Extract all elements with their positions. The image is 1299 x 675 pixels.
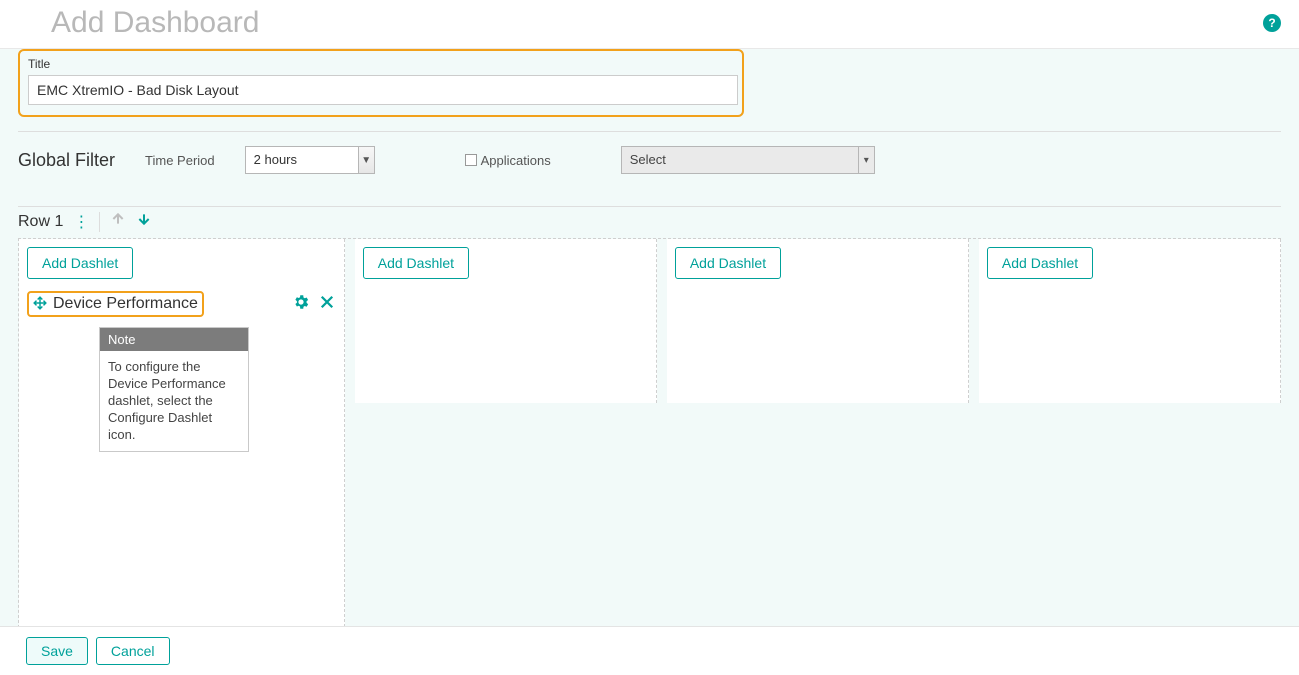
dashlet-title-box[interactable]: Device Performance	[27, 291, 204, 317]
dashlet-column: Add Dashlet	[667, 239, 969, 403]
add-dashlet-button[interactable]: Add Dashlet	[675, 247, 781, 279]
global-filter-label: Global Filter	[18, 150, 115, 171]
add-dashlet-button[interactable]: Add Dashlet	[27, 247, 133, 279]
note-body: To configure the Device Performance dash…	[100, 351, 248, 451]
title-field-box: Title	[18, 49, 744, 117]
add-dashlet-button[interactable]: Add Dashlet	[987, 247, 1093, 279]
row-menu-icon[interactable]: ⋮	[73, 212, 89, 232]
applications-select[interactable]: Select ▾	[621, 146, 875, 174]
time-period-label: Time Period	[145, 153, 215, 168]
page-title: Add Dashboard	[51, 6, 259, 40]
move-row-down-icon[interactable]	[136, 211, 152, 232]
move-icon[interactable]	[33, 296, 47, 313]
divider	[99, 212, 100, 232]
time-period-value: 2 hours	[246, 147, 358, 173]
save-button[interactable]: Save	[26, 637, 88, 665]
applications-checkbox[interactable]	[465, 154, 477, 166]
dashlet-column: Add Dashlet Device Performance	[19, 239, 345, 627]
note-box: Note To configure the Device Performance…	[99, 327, 249, 452]
note-header: Note	[100, 328, 248, 351]
row-header: Row 1 ⋮	[18, 207, 1281, 238]
applications-select-placeholder: Select	[622, 147, 858, 173]
move-row-up-icon[interactable]	[110, 211, 126, 232]
dashlet-column: Add Dashlet	[979, 239, 1281, 403]
cancel-button[interactable]: Cancel	[96, 637, 170, 665]
dashlet: Device Performance Note To configure the…	[27, 291, 336, 452]
row-container: Add Dashlet Device Performance	[18, 238, 1281, 628]
chevron-down-icon[interactable]: ▾	[858, 147, 874, 173]
footer: Save Cancel	[0, 626, 1299, 671]
chevron-down-icon[interactable]: ▼	[358, 147, 374, 173]
dashlet-title: Device Performance	[53, 295, 198, 313]
time-period-select[interactable]: 2 hours ▼	[245, 146, 375, 174]
close-icon[interactable]	[318, 293, 336, 316]
gear-icon[interactable]	[292, 293, 310, 316]
dashboard-title-input[interactable]	[28, 75, 738, 105]
title-label: Title	[28, 57, 50, 71]
global-filter-row: Global Filter Time Period 2 hours ▼ Appl…	[18, 132, 1281, 192]
row-label: Row 1	[18, 213, 63, 231]
dashlet-column: Add Dashlet	[355, 239, 657, 403]
help-icon[interactable]: ?	[1263, 14, 1281, 32]
add-dashlet-button[interactable]: Add Dashlet	[363, 247, 469, 279]
applications-label: Applications	[481, 153, 551, 168]
